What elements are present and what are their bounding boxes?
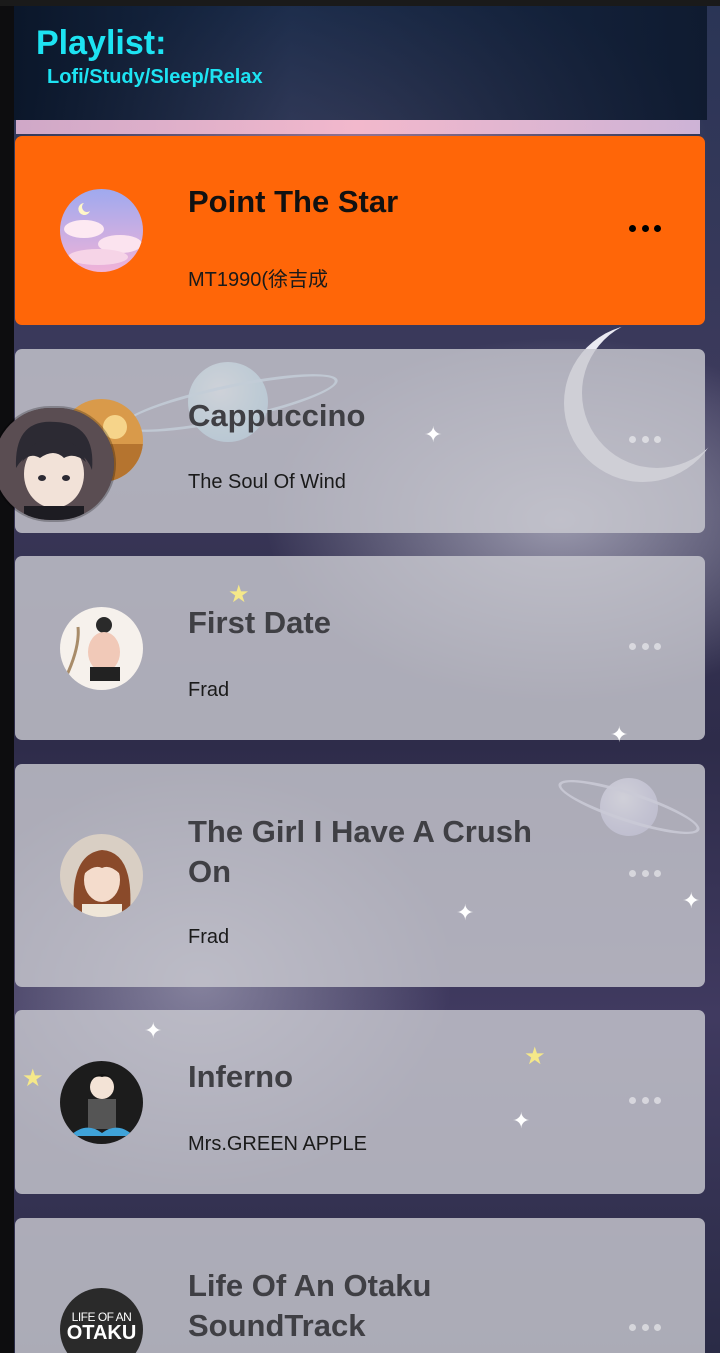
playlist-header: Playlist: Lofi/Study/Sleep/Relax bbox=[14, 6, 707, 120]
song-title: Point The Star bbox=[188, 184, 399, 219]
song-title: The Girl I Have A Crush On bbox=[188, 814, 532, 889]
more-options-icon[interactable] bbox=[629, 1320, 661, 1334]
more-options-icon[interactable] bbox=[629, 1093, 661, 1107]
song-item-inferno[interactable]: Inferno Mrs.GREEN APPLE bbox=[15, 1010, 705, 1194]
song-artist: Frad bbox=[188, 926, 230, 948]
header-banner-strip bbox=[16, 120, 700, 134]
otaku-logo-cover-icon: LIFE OF AN OTAKU bbox=[60, 1288, 143, 1353]
song-artist: Frad bbox=[188, 679, 230, 701]
song-artist: Mrs.GREEN APPLE bbox=[188, 1133, 367, 1155]
fire-force-cover-icon bbox=[60, 1061, 143, 1144]
otaku-logo-line2: OTAKU bbox=[66, 1322, 137, 1344]
floating-avatar[interactable] bbox=[0, 408, 114, 520]
song-item-cappuccino[interactable]: Cappuccino The Soul Of Wind bbox=[15, 349, 705, 533]
song-item-life-of-an-otaku[interactable]: LIFE OF AN OTAKU Life Of An Otaku SoundT… bbox=[15, 1218, 705, 1353]
song-item-the-girl-i-have-a-crush-on[interactable]: The Girl I Have A Crush On Frad bbox=[15, 764, 705, 987]
more-options-icon[interactable] bbox=[629, 639, 661, 653]
sitting-girl-cover-icon bbox=[60, 607, 143, 690]
song-title: Cappuccino bbox=[188, 398, 366, 433]
page-title: Playlist: bbox=[36, 24, 167, 62]
playlist-subtitle: Lofi/Study/Sleep/Relax bbox=[47, 66, 263, 88]
song-artist: MT1990(徐吉成 bbox=[188, 269, 329, 291]
song-title: First Date bbox=[188, 605, 331, 640]
anime-girl-cover-icon bbox=[60, 834, 143, 917]
song-item-first-date[interactable]: First Date Frad bbox=[15, 556, 705, 740]
song-item-point-the-star[interactable]: Point The Star MT1990(徐吉成 bbox=[15, 136, 705, 325]
more-options-icon[interactable] bbox=[629, 432, 661, 446]
playlist-screen: Playlist: Lofi/Study/Sleep/Relax Point T… bbox=[0, 0, 720, 1353]
more-options-icon[interactable] bbox=[629, 866, 661, 880]
song-artist: The Soul Of Wind bbox=[188, 471, 346, 493]
pastel-clouds-cover-icon bbox=[60, 189, 143, 272]
left-edge-bar bbox=[0, 0, 14, 1353]
song-title: Life Of An Otaku SoundTrack bbox=[188, 1268, 432, 1343]
song-title: Inferno bbox=[188, 1059, 294, 1094]
more-options-icon[interactable] bbox=[629, 221, 661, 235]
